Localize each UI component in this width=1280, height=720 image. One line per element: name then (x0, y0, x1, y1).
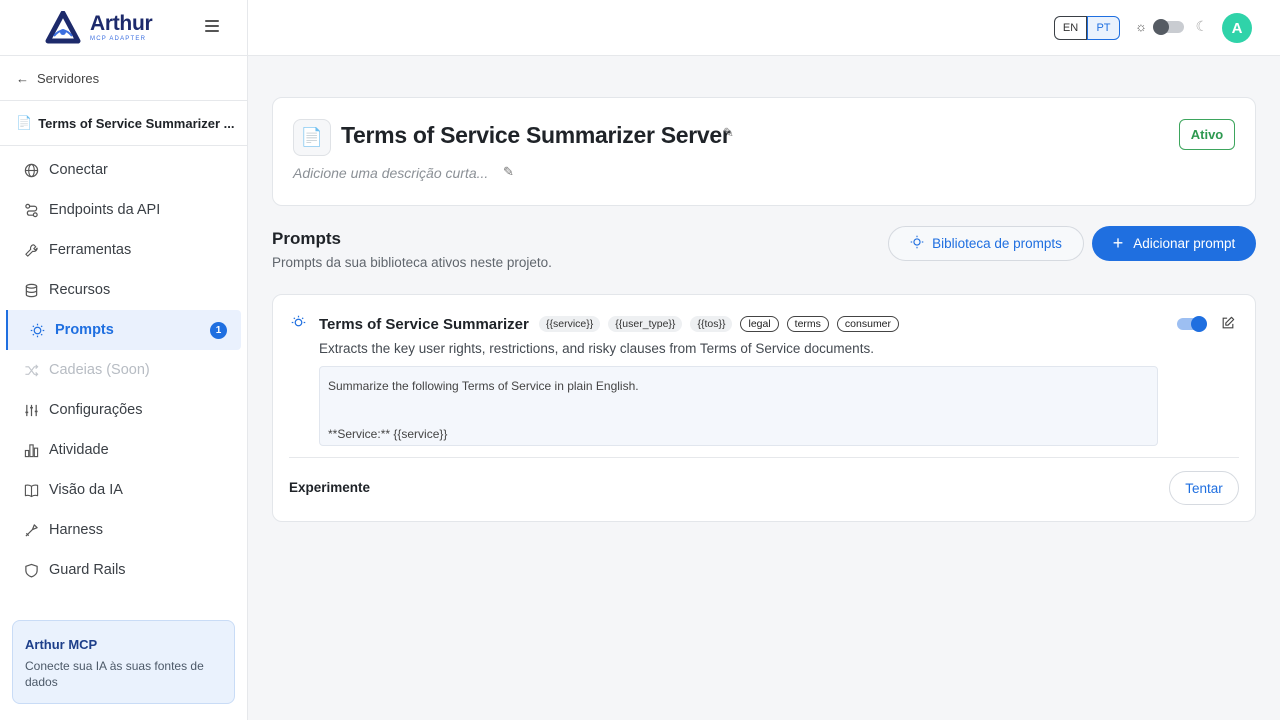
prompt-description: Extracts the key user rights, restrictio… (319, 341, 874, 356)
sidebar-item-label: Endpoints da API (49, 202, 161, 218)
sidebar-item-recursos[interactable]: Recursos (0, 270, 241, 310)
document-icon: 📄 (293, 119, 331, 156)
edit-prompt-icon[interactable] (1221, 316, 1235, 333)
sidebar-item-ferramentas[interactable]: Ferramentas (0, 230, 241, 270)
plus-icon: + (1112, 233, 1124, 253)
sidebar-item-label: Conectar (49, 162, 108, 178)
prompt-card: Terms of Service Summarizer {{service}} … (272, 294, 1256, 522)
description-placeholder[interactable]: Adicione uma descrição curta... (293, 165, 488, 181)
lightbulb-icon (28, 323, 46, 338)
arthur-logo-icon (45, 10, 81, 43)
add-prompt-button[interactable]: + Adicionar prompt (1092, 226, 1256, 261)
edit-description-icon[interactable]: ✎ (503, 164, 514, 180)
wrench-icon (22, 243, 40, 258)
book-icon (22, 483, 40, 498)
server-header-card: 📄 Terms of Service Summarizer Server ✎ A… (272, 97, 1256, 206)
variable-tag: {{tos}} (690, 316, 733, 332)
sidebar-item-guard-rails[interactable]: Guard Rails (0, 550, 241, 590)
brand-name: Arthur (90, 12, 153, 35)
lightbulb-icon (291, 315, 306, 333)
sidebar-item-label: Recursos (49, 282, 111, 298)
page-title: Terms of Service Summarizer Server (341, 122, 731, 148)
label-tag: legal (740, 316, 779, 332)
back-label: Servidores (37, 70, 100, 86)
variable-tag: {{service}} (539, 316, 601, 332)
divider (289, 457, 1239, 458)
sidebar-nav: Conectar Endpoints da API Ferramentas Re… (0, 146, 247, 590)
prompt-body-line: Summarize the following Terms of Service… (328, 379, 639, 393)
prompt-body-preview: Summarize the following Terms of Service… (319, 366, 1158, 446)
sidebar-item-prompts[interactable]: Prompts 1 (6, 310, 241, 350)
try-button[interactable]: Tentar (1169, 471, 1239, 505)
shield-icon (22, 563, 40, 578)
theme-toggle[interactable] (1153, 19, 1184, 35)
sidebar-item-label: Ferramentas (49, 242, 132, 258)
bar-chart-icon (22, 443, 40, 458)
sidebar-item-label: Configurações (49, 402, 143, 418)
promo-description: Conecte sua IA às suas fontes de dados (25, 659, 204, 689)
edit-title-icon[interactable]: ✎ (723, 125, 734, 141)
prompt-name: Terms of Service Summarizer (319, 316, 529, 333)
back-to-servers-link[interactable]: ← Servidores (0, 56, 247, 101)
sidebar-item-harness[interactable]: Harness (0, 510, 241, 550)
sidebar-item-label: Atividade (49, 442, 109, 458)
language-switcher: EN PT (1054, 16, 1120, 40)
promo-card: Arthur MCP Conecte sua IA às suas fontes… (12, 620, 235, 704)
sidebar-item-label: Harness (49, 522, 103, 538)
arrow-left-icon: ← (16, 70, 29, 86)
experiment-label: Experimente (289, 480, 371, 495)
sidebar-item-visao-ia[interactable]: Visão da IA (0, 470, 241, 510)
variable-tag: {{user_type}} (608, 316, 683, 332)
promo-title: Arthur MCP (25, 637, 98, 652)
avatar[interactable]: A (1222, 13, 1252, 43)
prompt-library-label: Biblioteca de prompts (932, 236, 1062, 251)
lang-en-button[interactable]: EN (1054, 16, 1087, 40)
prompt-enabled-toggle[interactable] (1177, 316, 1207, 332)
prompt-tags: {{service}} {{user_type}} {{tos}} legal … (539, 316, 900, 332)
section-title: Prompts (272, 229, 341, 248)
prompt-library-button[interactable]: Biblioteca de prompts (888, 226, 1084, 261)
route-icon (22, 203, 40, 218)
prompts-count-badge: 1 (210, 322, 227, 339)
current-server-name: Terms of Service Summarizer ... (38, 115, 235, 131)
sidebar-item-label: Prompts (55, 322, 114, 338)
section-subtitle: Prompts da sua biblioteca ativos neste p… (272, 255, 552, 270)
database-icon (22, 283, 40, 298)
lightbulb-icon (910, 235, 924, 252)
sidebar-item-atividade[interactable]: Atividade (0, 430, 241, 470)
label-tag: terms (786, 316, 829, 332)
globe-icon (22, 163, 40, 178)
prompt-body-line: **Service:** {{service}} (328, 427, 448, 441)
sidebar-item-label: Guard Rails (49, 562, 126, 578)
sidebar-item-label: Visão da IA (49, 482, 123, 498)
label-tag: consumer (836, 316, 900, 332)
brand-subtitle: MCP ADAPTER (90, 36, 147, 42)
sun-icon: ☼ (1135, 19, 1147, 34)
sidebar-item-cadeias: Cadeias (Soon) (0, 350, 241, 390)
moon-icon: ☾ (1195, 18, 1208, 34)
lang-pt-button[interactable]: PT (1087, 16, 1120, 40)
tool-icon (22, 523, 40, 538)
current-server: 📄 Terms of Service Summarizer ... (0, 101, 247, 146)
menu-icon[interactable] (205, 20, 219, 32)
brand: Arthur MCP ADAPTER (0, 0, 247, 56)
sidebar-item-label: Cadeias (Soon) (49, 362, 150, 378)
sidebar-item-conectar[interactable]: Conectar (0, 150, 241, 190)
document-icon: 📄 (16, 115, 33, 130)
sidebar-item-endpoints[interactable]: Endpoints da API (0, 190, 241, 230)
status-badge: Ativo (1179, 119, 1235, 150)
topbar: EN PT ☼ ☾ A (248, 0, 1280, 56)
sidebar-item-configuracoes[interactable]: Configurações (0, 390, 241, 430)
sliders-icon (22, 403, 40, 418)
sidebar: Arthur MCP ADAPTER ← Servidores 📄 Terms … (0, 0, 248, 720)
add-prompt-label: Adicionar prompt (1133, 236, 1236, 251)
shuffle-icon (22, 363, 40, 378)
